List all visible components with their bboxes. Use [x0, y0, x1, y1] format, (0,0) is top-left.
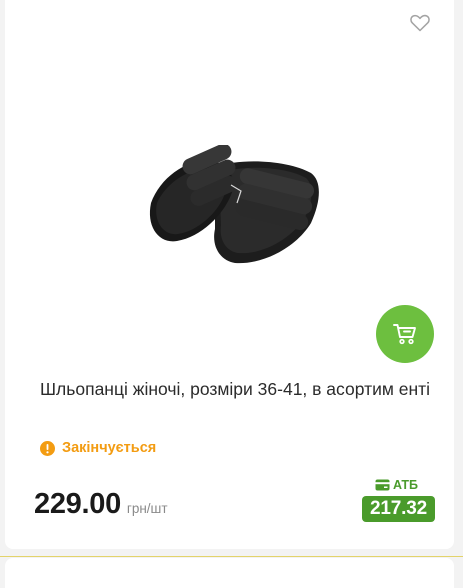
add-to-cart-button[interactable]	[376, 305, 434, 363]
cart-icon	[393, 324, 416, 345]
price-value: 229.00	[34, 488, 121, 520]
card-icon	[375, 479, 390, 491]
exclamation-circle-icon	[40, 440, 55, 456]
next-product-card[interactable]	[5, 558, 454, 588]
stock-status: Закінчується	[40, 438, 156, 458]
product-image[interactable]	[145, 145, 325, 270]
card-divider	[0, 556, 463, 557]
heart-icon	[410, 14, 430, 32]
atb-price-badge: 217.32	[362, 496, 435, 522]
product-title[interactable]: Шльопанці жіночі, розміри 36-41, в асорт…	[40, 376, 435, 403]
regular-price: 229.00 грн/шт	[34, 488, 168, 521]
favorite-button[interactable]	[407, 10, 433, 36]
price-unit: грн/шт	[126, 501, 168, 516]
stock-status-label: Закінчується	[62, 440, 157, 456]
atb-label-text: АТБ	[393, 478, 419, 492]
product-card[interactable]: Шльопанці жіночі, розміри 36-41, в асорт…	[5, 0, 454, 549]
atb-card-label: АТБ	[375, 477, 418, 493]
